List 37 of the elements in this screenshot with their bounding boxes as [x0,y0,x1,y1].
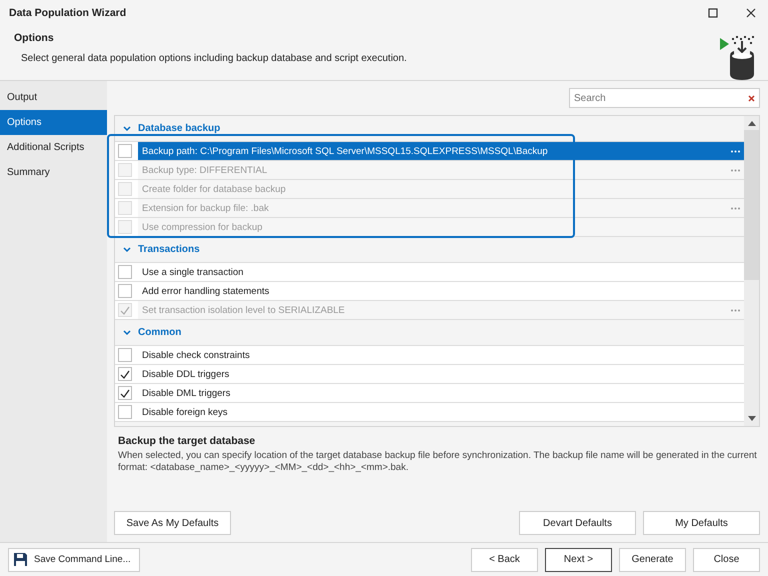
checkbox[interactable] [118,405,132,420]
maximize-icon[interactable] [708,8,718,18]
checkbox[interactable] [118,284,132,298]
sidebar-item[interactable]: Options [0,110,107,136]
devart-defaults-button[interactable]: Devart Defaults [519,511,636,536]
chevron-down-icon[interactable] [123,126,131,132]
database-import-icon [720,34,756,80]
description-text: When selected, you can specify location of the target database backup file before synchronization. The backup file name will be generated in the current format: <database_name>_<yyyyy>_<MM>_<dd>_<hh>_<mm>.bak. [118,450,758,474]
checkbox[interactable] [118,265,132,280]
my-defaults-button[interactable]: My Defaults [643,511,760,536]
chevron-down-icon[interactable] [123,330,131,336]
wizard-button[interactable]: Close [693,548,760,572]
chevron-down-icon[interactable] [123,246,131,253]
sidebar-item[interactable]: Additional Scripts [0,135,107,160]
description-title: Backup the target database [118,435,256,448]
save-command-line-button[interactable]: Save Command Line... [8,548,140,572]
wizard-button[interactable]: Next > [545,548,612,572]
page-description: Select general data population options including backup database and script execution. [21,53,408,64]
page-title: Options [14,32,55,44]
sidebar-item[interactable]: Summary [0,160,107,186]
scroll-down-icon[interactable] [748,416,756,422]
ellipsis-icon[interactable] [731,150,740,153]
checkbox[interactable] [118,144,132,158]
save-defaults-button[interactable]: Save As My Defaults [114,511,231,536]
checkbox[interactable] [118,386,132,400]
option-row[interactable]: Backup path: C:\Program Files\Microsoft SQL Server\MSSQL15.SQLEXPRESS\MSSQL\Backup [138,142,744,160]
scroll-up-icon[interactable] [748,121,756,126]
scrollbar[interactable] [744,116,759,426]
checkbox[interactable] [118,348,132,362]
wizard-button[interactable]: < Back [471,548,538,572]
clear-icon[interactable] [748,95,755,102]
window-title: Data Population Wizard [9,6,126,19]
checkbox[interactable] [118,367,132,382]
wizard-button[interactable]: Generate [619,548,686,572]
sidebar-item[interactable]: Output [0,85,107,110]
close-icon[interactable] [746,8,756,18]
search-field[interactable]: Search [569,88,760,108]
